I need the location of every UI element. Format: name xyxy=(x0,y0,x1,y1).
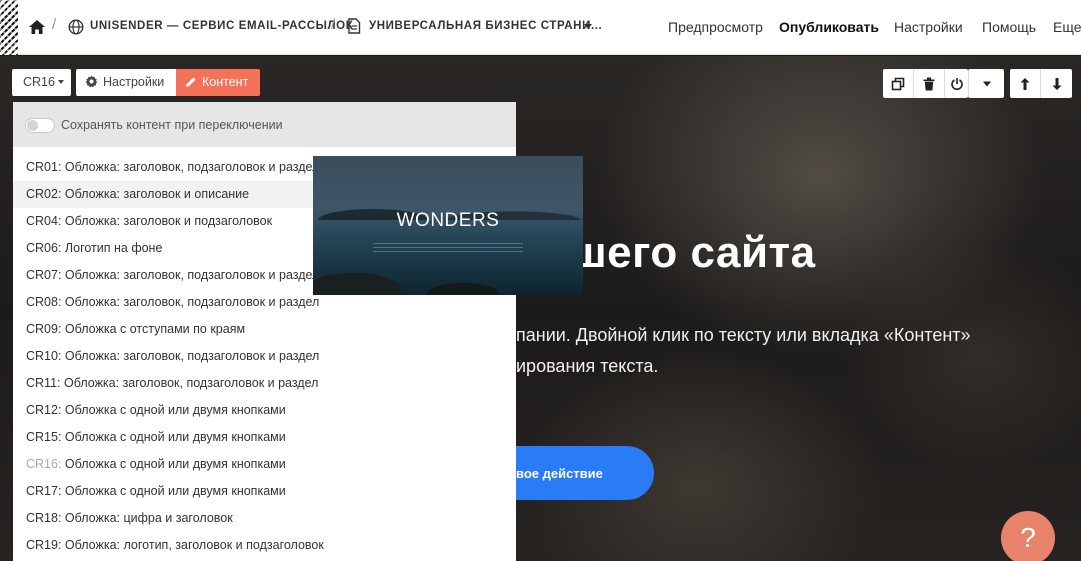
block-settings-label: Настройки xyxy=(103,75,165,89)
block-preview-thumbnail: WONDERS xyxy=(313,156,583,295)
delete-button[interactable] xyxy=(914,69,945,98)
block-code-select[interactable]: CR16 xyxy=(12,69,71,96)
breadcrumb-separator: / xyxy=(52,16,57,33)
preview-subtitle-lines xyxy=(373,243,523,255)
move-buttons-group xyxy=(1010,69,1072,98)
more-actions-dropdown[interactable] xyxy=(968,69,1004,98)
list-item[interactable]: CR09: Обложка с отступами по краям xyxy=(13,316,516,343)
chevron-down-icon xyxy=(982,81,991,86)
nav-preview[interactable]: Предпросмотр xyxy=(668,19,763,35)
help-button[interactable]: ? xyxy=(1001,511,1055,561)
list-item[interactable]: CR12: Обложка с одной или двумя кнопками xyxy=(13,397,516,424)
move-down-button[interactable] xyxy=(1041,69,1072,98)
arrow-up-icon xyxy=(1020,77,1030,90)
duplicate-icon xyxy=(891,77,905,90)
nav-help[interactable]: Помощь xyxy=(982,19,1036,35)
keep-content-label: Сохранять контент при переключении xyxy=(61,118,283,132)
block-settings-button[interactable]: Настройки xyxy=(76,69,176,96)
chevron-down-icon xyxy=(57,80,64,84)
globe-icon xyxy=(68,19,84,35)
dropdown-header: Сохранять контент при переключении xyxy=(13,102,516,147)
nav-more[interactable]: Еще xyxy=(1053,19,1081,35)
list-item[interactable]: CR17: Обложка с одной или двумя кнопками xyxy=(13,478,516,505)
list-item[interactable]: CR15: Обложка с одной или двумя кнопками xyxy=(13,424,516,451)
keep-content-toggle[interactable] xyxy=(25,118,55,133)
nav-settings[interactable]: Настройки xyxy=(894,19,963,35)
gear-icon xyxy=(85,75,98,88)
block-code-label: CR16 xyxy=(23,75,55,89)
power-button[interactable] xyxy=(945,69,968,98)
list-item-current[interactable]: CR16: Обложка с одной или двумя кнопками xyxy=(13,451,516,478)
duplicate-button[interactable] xyxy=(883,69,914,98)
block-actions-group xyxy=(883,69,968,98)
nav-publish[interactable]: Опубликовать xyxy=(779,19,879,35)
hero-title[interactable]: шего сайта xyxy=(570,228,816,278)
block-content-button[interactable]: Контент xyxy=(176,69,260,96)
power-icon xyxy=(950,77,963,90)
block-content-label: Контент xyxy=(202,75,249,89)
breadcrumb-page[interactable]: УНИВЕРСАЛЬНАЯ БИЗНЕС СТРАНИ... xyxy=(369,20,602,32)
brand-zigzag-logo xyxy=(0,0,18,55)
breadcrumb-site[interactable]: UNISENDER — СЕРВИС EMAIL-РАССЫЛОК xyxy=(90,20,353,32)
top-bar: / UNISENDER — СЕРВИС EMAIL-РАССЫЛОК / УН… xyxy=(0,0,1081,55)
breadcrumb-separator: / xyxy=(331,16,336,33)
arrow-down-icon xyxy=(1052,77,1061,90)
list-item[interactable]: CR18: Обложка: цифра и заголовок xyxy=(13,505,516,532)
list-item[interactable]: CR10: Обложка: заголовок, подзаголовок и… xyxy=(13,343,516,370)
trash-icon xyxy=(923,77,935,90)
pencil-icon xyxy=(186,77,196,87)
page-icon xyxy=(348,18,361,34)
home-icon[interactable] xyxy=(28,18,46,36)
preview-title: WONDERS xyxy=(396,210,500,231)
preview-rocks xyxy=(313,251,583,295)
list-item[interactable]: CR11: Обложка: заголовок, подзаголовок и… xyxy=(13,370,516,397)
move-up-button[interactable] xyxy=(1010,69,1041,98)
chevron-down-icon[interactable] xyxy=(584,24,592,29)
list-item[interactable]: CR19: Обложка: логотип, заголовок и подз… xyxy=(13,532,516,559)
hero-text[interactable]: пании. Двойной клик по тексту или вкладк… xyxy=(516,320,1036,382)
